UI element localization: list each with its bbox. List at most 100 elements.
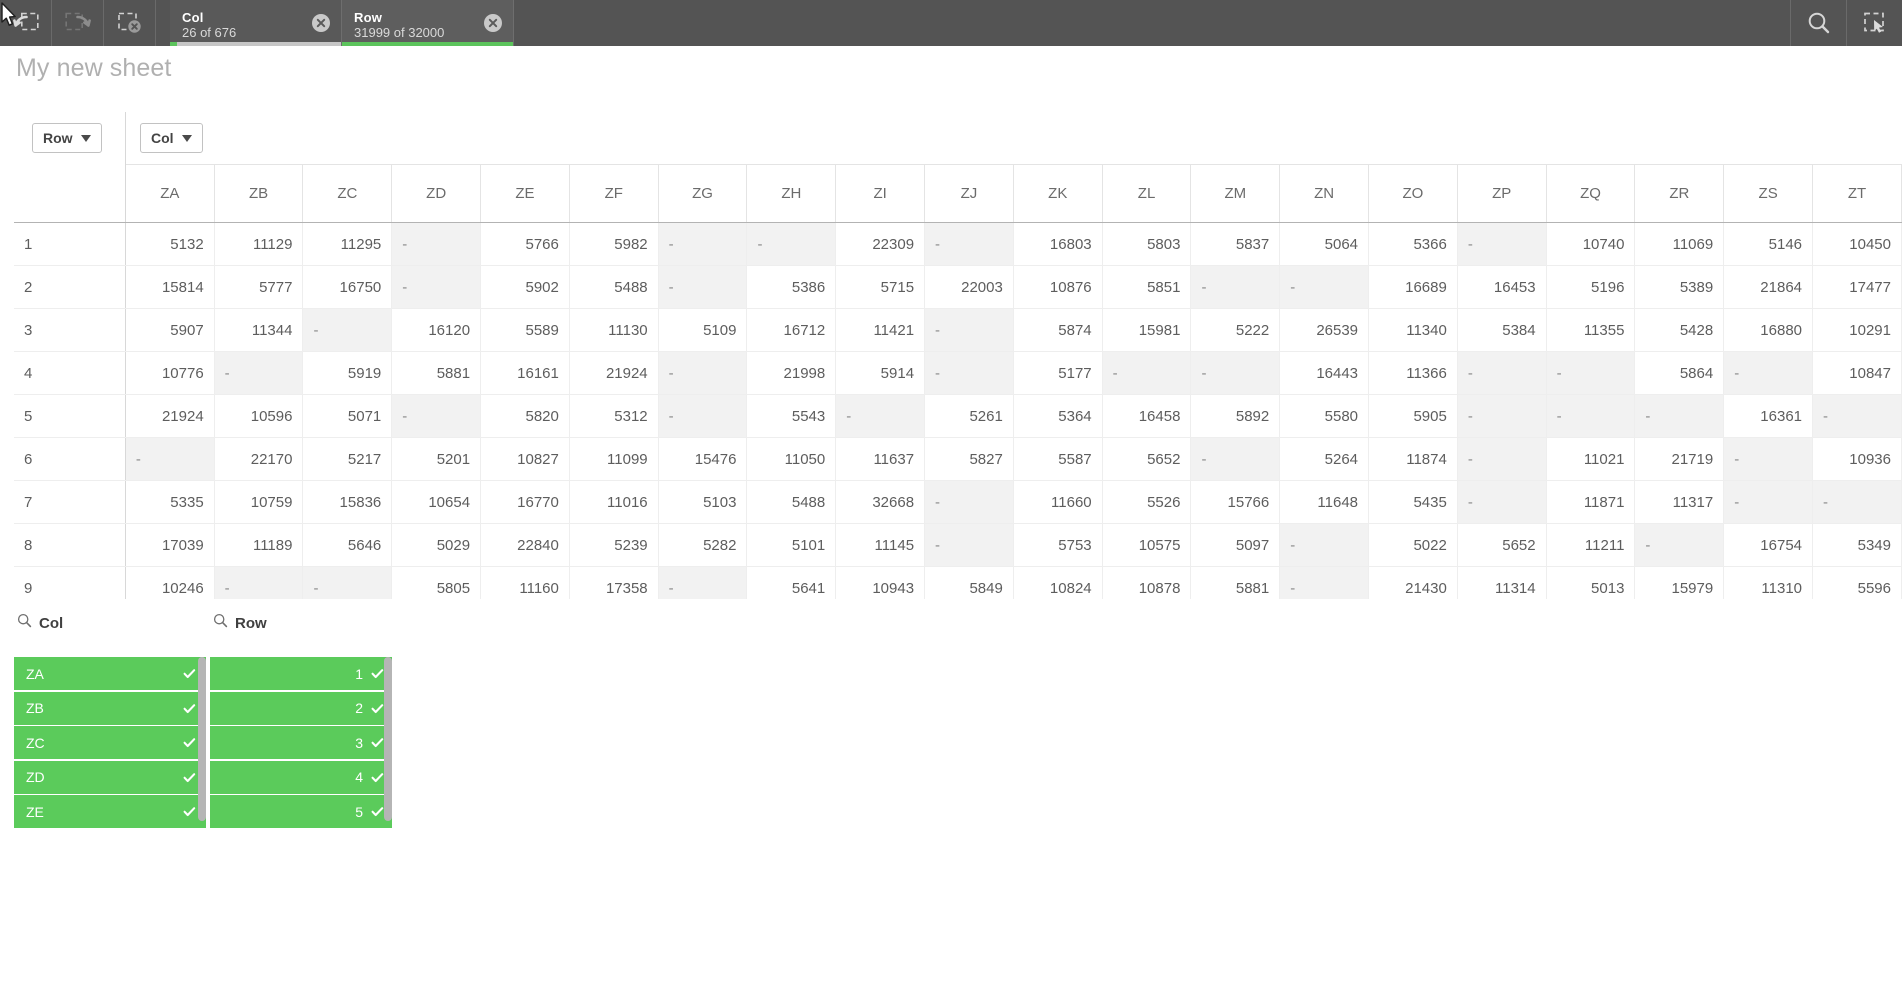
pivot-cell[interactable]: 5366	[1368, 222, 1458, 266]
pivot-cell[interactable]: 5261	[924, 394, 1014, 438]
pivot-cell[interactable]: -	[924, 480, 1014, 524]
pivot-cell[interactable]: 5881	[1190, 566, 1281, 599]
pivot-cell[interactable]: -	[1723, 480, 1814, 524]
pivot-cell[interactable]: 5364	[1013, 394, 1103, 438]
pivot-cell[interactable]: 16120	[391, 308, 482, 352]
pivot-cell[interactable]: 5146	[1723, 222, 1814, 266]
pivot-cell[interactable]: 11130	[569, 308, 659, 352]
pivot-cell[interactable]: 5282	[658, 523, 748, 567]
pivot-cell[interactable]: 5849	[924, 566, 1014, 599]
pivot-column-header[interactable]: ZB	[214, 164, 304, 223]
pivot-cell[interactable]: 11355	[1546, 308, 1636, 352]
pivot-row-header[interactable]: 1	[14, 222, 126, 266]
pivot-cell[interactable]: 11050	[746, 437, 837, 481]
pivot-cell[interactable]: 11129	[214, 222, 304, 266]
pivot-cell[interactable]: 5222	[1190, 308, 1281, 352]
pivot-cell[interactable]: 5805	[391, 566, 482, 599]
pivot-cell[interactable]: 21998	[746, 351, 837, 395]
pivot-cell[interactable]: 16443	[1279, 351, 1370, 395]
filter-pane-col-scrollbar[interactable]	[198, 657, 206, 841]
pivot-column-header[interactable]: ZE	[480, 164, 570, 223]
filter-pane-row-scrollbar[interactable]	[384, 657, 392, 841]
pivot-cell[interactable]: 5013	[1546, 566, 1636, 599]
pivot-cell[interactable]: 17358	[569, 566, 659, 599]
pivot-cell[interactable]: 11871	[1546, 480, 1636, 524]
pivot-cell[interactable]: 15836	[302, 480, 393, 524]
pivot-column-header[interactable]: ZQ	[1546, 164, 1636, 223]
pivot-cell[interactable]: 11660	[1013, 480, 1103, 524]
pivot-cell[interactable]: 17039	[125, 523, 215, 567]
pivot-cell[interactable]: 5820	[480, 394, 570, 438]
pivot-cell[interactable]: -	[924, 308, 1014, 352]
pivot-column-header[interactable]: ZF	[569, 164, 659, 223]
pivot-column-header[interactable]: ZI	[835, 164, 926, 223]
pivot-column-header[interactable]: ZK	[1013, 164, 1103, 223]
pivot-cell[interactable]: 5526	[1102, 480, 1192, 524]
pivot-column-header[interactable]: ZN	[1279, 164, 1370, 223]
pivot-cell[interactable]: 5803	[1102, 222, 1192, 266]
pivot-cell[interactable]: 5905	[1368, 394, 1458, 438]
pivot-cell[interactable]: 5652	[1457, 523, 1547, 567]
pivot-row-header[interactable]: 2	[14, 265, 126, 309]
pivot-cell[interactable]: 5902	[480, 265, 570, 309]
pivot-cell[interactable]: 15766	[1190, 480, 1281, 524]
pivot-cell[interactable]: 16458	[1102, 394, 1192, 438]
pivot-cell[interactable]: -	[746, 222, 837, 266]
list-item[interactable]: 5	[210, 795, 392, 828]
pivot-cell[interactable]: -	[214, 351, 304, 395]
pivot-cell[interactable]: 11069	[1634, 222, 1725, 266]
pivot-cell[interactable]: 5715	[835, 265, 926, 309]
pivot-cell[interactable]: 5580	[1279, 394, 1370, 438]
pivot-column-header[interactable]: ZD	[391, 164, 482, 223]
pivot-cell[interactable]: -	[1279, 265, 1370, 309]
pivot-cell[interactable]: 26539	[1279, 308, 1370, 352]
pivot-row-header[interactable]: 4	[14, 351, 126, 395]
filter-pane-row-list[interactable]: 1 2 3 4 5	[210, 657, 392, 841]
pivot-cell[interactable]: 11295	[302, 222, 393, 266]
pivot-cell[interactable]: 5097	[1190, 523, 1281, 567]
pivot-cell[interactable]: -	[391, 222, 482, 266]
pivot-cell[interactable]: 10740	[1546, 222, 1636, 266]
pivot-cell[interactable]: 21430	[1368, 566, 1458, 599]
pivot-cell[interactable]: 10943	[835, 566, 926, 599]
pivot-cell[interactable]: -	[1457, 222, 1547, 266]
pivot-cell[interactable]: 16880	[1723, 308, 1814, 352]
pivot-cell[interactable]: 5982	[569, 222, 659, 266]
pivot-cell[interactable]: 5753	[1013, 523, 1103, 567]
pivot-cell[interactable]: 11421	[835, 308, 926, 352]
pivot-cell[interactable]: 21864	[1723, 265, 1814, 309]
filter-pane-col-list[interactable]: ZA ZB ZC ZD ZE	[14, 657, 206, 841]
pivot-cell[interactable]: 5064	[1279, 222, 1370, 266]
pivot-cell[interactable]: -	[391, 394, 482, 438]
pivot-cell[interactable]: 21924	[125, 394, 215, 438]
pivot-cell[interactable]: 16712	[746, 308, 837, 352]
pivot-cell[interactable]: 5837	[1190, 222, 1281, 266]
pivot-cell[interactable]: 15476	[658, 437, 748, 481]
pivot-cell[interactable]: 5851	[1102, 265, 1192, 309]
pivot-cell[interactable]: 5109	[658, 308, 748, 352]
scrollbar-thumb[interactable]	[384, 657, 392, 821]
selection-chip-col[interactable]: Col 26 of 676	[170, 0, 342, 46]
pivot-cell[interactable]: -	[1190, 265, 1281, 309]
search-icon[interactable]	[213, 613, 228, 633]
pivot-column-header[interactable]: ZP	[1457, 164, 1547, 223]
selection-chip-row[interactable]: Row 31999 of 32000	[342, 0, 514, 46]
pivot-cell[interactable]: -	[1457, 351, 1547, 395]
pivot-cell[interactable]: 16453	[1457, 265, 1547, 309]
pivot-cell[interactable]: 11344	[214, 308, 304, 352]
pivot-cell[interactable]: 5386	[746, 265, 837, 309]
pivot-cell[interactable]: 10936	[1812, 437, 1902, 481]
pivot-cell[interactable]: 11874	[1368, 437, 1458, 481]
pivot-cell[interactable]: 5239	[569, 523, 659, 567]
selection-chip-row-clear-icon[interactable]	[483, 13, 503, 33]
pivot-cell[interactable]: -	[1634, 394, 1725, 438]
pivot-cell[interactable]: 5907	[125, 308, 215, 352]
pivot-cell[interactable]: 11189	[214, 523, 304, 567]
pivot-cell[interactable]: 10246	[125, 566, 215, 599]
pivot-cell[interactable]: 5641	[746, 566, 837, 599]
pivot-column-header[interactable]: ZJ	[924, 164, 1014, 223]
pivot-row-header[interactable]: 6	[14, 437, 126, 481]
pivot-cell[interactable]: 5217	[302, 437, 393, 481]
pivot-cell[interactable]: -	[835, 394, 926, 438]
pivot-column-header[interactable]: ZG	[658, 164, 748, 223]
